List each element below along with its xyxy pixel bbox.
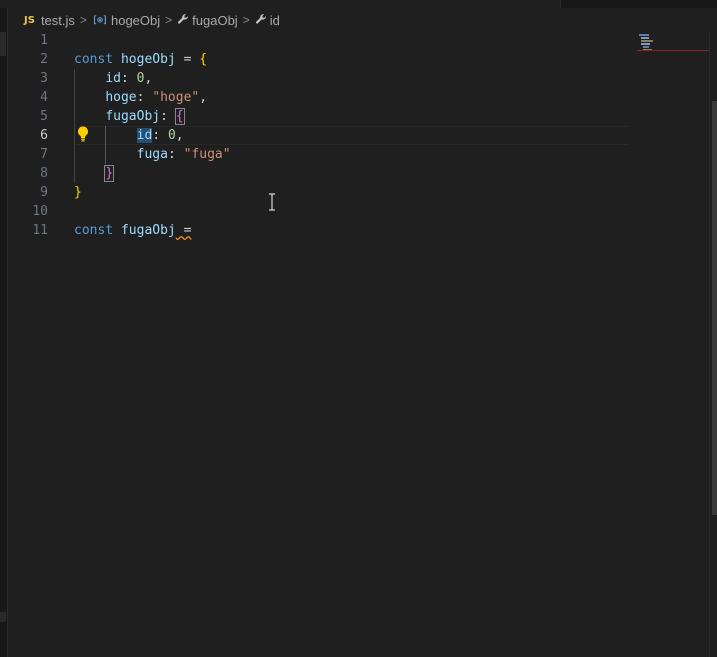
line-number: 7 bbox=[40, 147, 48, 162]
line-number: 8 bbox=[40, 166, 48, 181]
code-line: 4 hoge: "hoge", bbox=[8, 88, 628, 107]
operator-token: = bbox=[175, 52, 200, 67]
object-icon: [⊚] bbox=[91, 14, 108, 26]
line-number: 11 bbox=[32, 223, 48, 238]
line-number: 4 bbox=[40, 90, 48, 105]
active-tab-remnant[interactable] bbox=[0, 0, 561, 8]
code-text: hoge: "hoge", bbox=[74, 88, 207, 107]
sidebar-mark bbox=[0, 612, 6, 622]
comma-token: , bbox=[144, 71, 153, 86]
lightbulb-icon[interactable] bbox=[77, 126, 89, 142]
editor-window: JS test.js > [⊚] hogeObj > fugaObj > id bbox=[0, 0, 717, 657]
breadcrumb: JS test.js > [⊚] hogeObj > fugaObj > id bbox=[24, 10, 280, 30]
string-token: "fuga" bbox=[183, 147, 231, 162]
variable-token: hogeObj bbox=[120, 52, 176, 67]
number-token: 0 bbox=[167, 128, 176, 143]
code-text: } bbox=[74, 164, 115, 183]
breadcrumb-item-label: fugaObj bbox=[192, 12, 238, 28]
line-number: 10 bbox=[32, 204, 48, 219]
code-line: 2 const hogeObj = { bbox=[8, 50, 628, 69]
sidebar-edge bbox=[0, 8, 8, 657]
line-number: 5 bbox=[40, 109, 48, 124]
line-number: 1 bbox=[40, 33, 48, 48]
minimap-line bbox=[641, 40, 653, 42]
code-text: fuga: "fuga" bbox=[74, 145, 231, 164]
breadcrumb-item-label: hogeObj bbox=[110, 12, 161, 28]
code-editor[interactable]: 1 2 const hogeObj = { 3 id: 0, 4 hoge: "… bbox=[8, 31, 708, 657]
minimap-error-marker bbox=[637, 50, 709, 51]
code-text: id: 0, bbox=[74, 69, 152, 88]
wrench-icon bbox=[255, 13, 267, 28]
code-line-active: 6 id: 0, bbox=[8, 126, 628, 145]
string-token: "hoge" bbox=[152, 90, 200, 105]
line-number: 6 bbox=[40, 128, 48, 143]
property-token: fugaObj bbox=[105, 109, 161, 124]
colon-token: : bbox=[152, 128, 168, 143]
colon-token: : bbox=[136, 90, 153, 105]
code-text: const fugaObj = bbox=[74, 221, 191, 240]
property-token: hoge bbox=[105, 90, 137, 105]
wrench-icon bbox=[177, 13, 189, 28]
code-line: 7 fuga: "fuga" bbox=[8, 145, 628, 164]
code-line: 1 bbox=[8, 31, 628, 50]
comma-token: , bbox=[175, 128, 184, 143]
code-line: 9 } bbox=[8, 183, 628, 202]
line-number: 3 bbox=[40, 71, 48, 86]
code-text: fugaObj: { bbox=[74, 107, 185, 126]
breadcrumb-item-id[interactable]: id bbox=[255, 13, 280, 28]
property-token: fuga bbox=[136, 147, 168, 162]
line-number: 9 bbox=[40, 185, 48, 200]
breadcrumb-item-label: id bbox=[269, 12, 280, 28]
js-file-icon: JS bbox=[24, 14, 35, 26]
code-line: 3 id: 0, bbox=[8, 69, 628, 88]
error-squiggle-token: = bbox=[175, 223, 192, 238]
code-text: const hogeObj = { bbox=[74, 50, 207, 69]
code-text: } bbox=[74, 183, 82, 202]
keyword-token: const bbox=[74, 52, 114, 67]
chevron-right-icon: > bbox=[79, 13, 87, 27]
minimap-line bbox=[643, 46, 649, 48]
comma-token: , bbox=[199, 90, 208, 105]
line-number: 2 bbox=[40, 52, 48, 67]
code-line: 11 const fugaObj = bbox=[8, 221, 628, 240]
minimap-line bbox=[639, 34, 649, 36]
minimap-line bbox=[641, 37, 649, 39]
variable-token: fugaObj bbox=[120, 223, 176, 238]
selected-property-token: id bbox=[136, 128, 153, 143]
breadcrumb-item-hogeObj[interactable]: [⊚] hogeObj bbox=[92, 13, 160, 28]
scrollbar-thumb[interactable] bbox=[712, 101, 717, 515]
tab-strip bbox=[0, 0, 717, 8]
code-line: 8 } bbox=[8, 164, 628, 183]
minimap-line bbox=[641, 43, 650, 45]
sidebar-mark bbox=[0, 32, 6, 56]
colon-token: : bbox=[160, 109, 176, 124]
keyword-token: const bbox=[74, 223, 114, 238]
minimap[interactable] bbox=[637, 31, 709, 61]
code-text: id: 0, bbox=[74, 126, 184, 145]
code-line: 10 bbox=[8, 202, 628, 221]
property-token: id bbox=[105, 71, 121, 86]
code-line: 5 fugaObj: { bbox=[8, 107, 628, 126]
chevron-right-icon: > bbox=[242, 13, 250, 27]
matched-brace-token: } bbox=[104, 165, 115, 182]
breadcrumb-file[interactable]: JS test.js bbox=[24, 13, 75, 28]
colon-token: : bbox=[120, 71, 137, 86]
matched-brace-token: { bbox=[174, 108, 185, 125]
colon-token: : bbox=[167, 147, 184, 162]
brace-token: { bbox=[199, 52, 208, 67]
breadcrumb-item-fugaObj[interactable]: fugaObj bbox=[177, 13, 238, 28]
brace-token: } bbox=[74, 185, 82, 200]
chevron-right-icon: > bbox=[165, 13, 173, 27]
text-cursor-icon bbox=[266, 193, 278, 211]
breadcrumb-file-label: test.js bbox=[40, 12, 75, 28]
